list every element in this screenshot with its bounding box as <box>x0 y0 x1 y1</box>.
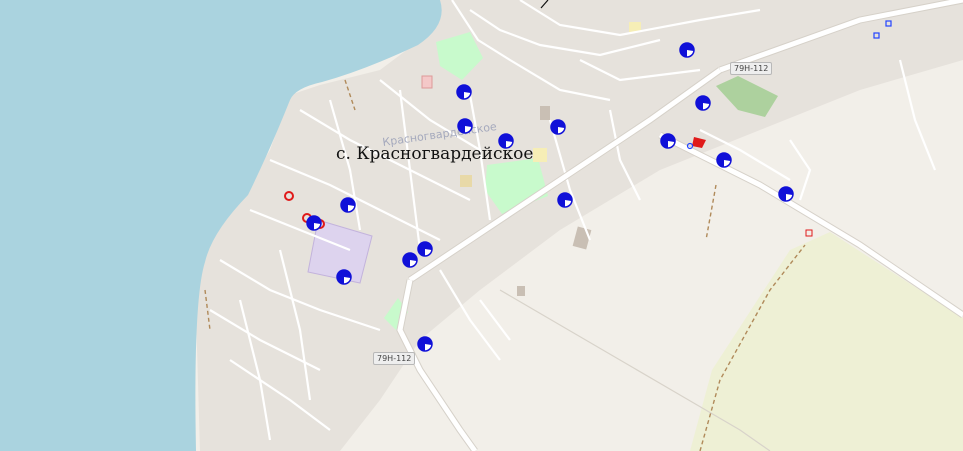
building <box>460 175 472 187</box>
half-filled-blue-circle-icon[interactable] <box>778 186 794 202</box>
half-filled-blue-circle-icon[interactable] <box>306 215 322 231</box>
half-filled-blue-circle-icon[interactable] <box>340 197 356 213</box>
road-shield: 79Н-112 <box>373 352 416 365</box>
half-filled-blue-circle-icon[interactable] <box>402 252 418 268</box>
building <box>540 106 550 120</box>
half-filled-blue-circle-icon[interactable] <box>457 118 473 134</box>
half-filled-blue-circle-icon[interactable] <box>417 336 433 352</box>
road-shield: 79Н-112 <box>730 62 773 75</box>
farmland <box>690 232 963 451</box>
yellow-area <box>533 148 547 162</box>
half-filled-blue-circle-icon[interactable] <box>417 241 433 257</box>
half-filled-blue-circle-icon[interactable] <box>695 95 711 111</box>
half-filled-blue-circle-icon[interactable] <box>660 133 676 149</box>
map-view[interactable]: Красногвардейское 79Н-112 79Н-112 с. Кра… <box>0 0 963 451</box>
half-filled-blue-circle-icon[interactable] <box>550 119 566 135</box>
half-filled-blue-circle-icon[interactable] <box>716 152 732 168</box>
map-base-layer <box>0 0 963 451</box>
half-filled-blue-circle-icon[interactable] <box>679 42 695 58</box>
place-label: с. Красногвардейское <box>336 144 534 164</box>
building <box>517 286 525 296</box>
half-filled-blue-circle-icon[interactable] <box>456 84 472 100</box>
half-filled-blue-circle-icon[interactable] <box>336 269 352 285</box>
half-filled-blue-circle-icon[interactable] <box>557 192 573 208</box>
building <box>421 75 433 89</box>
